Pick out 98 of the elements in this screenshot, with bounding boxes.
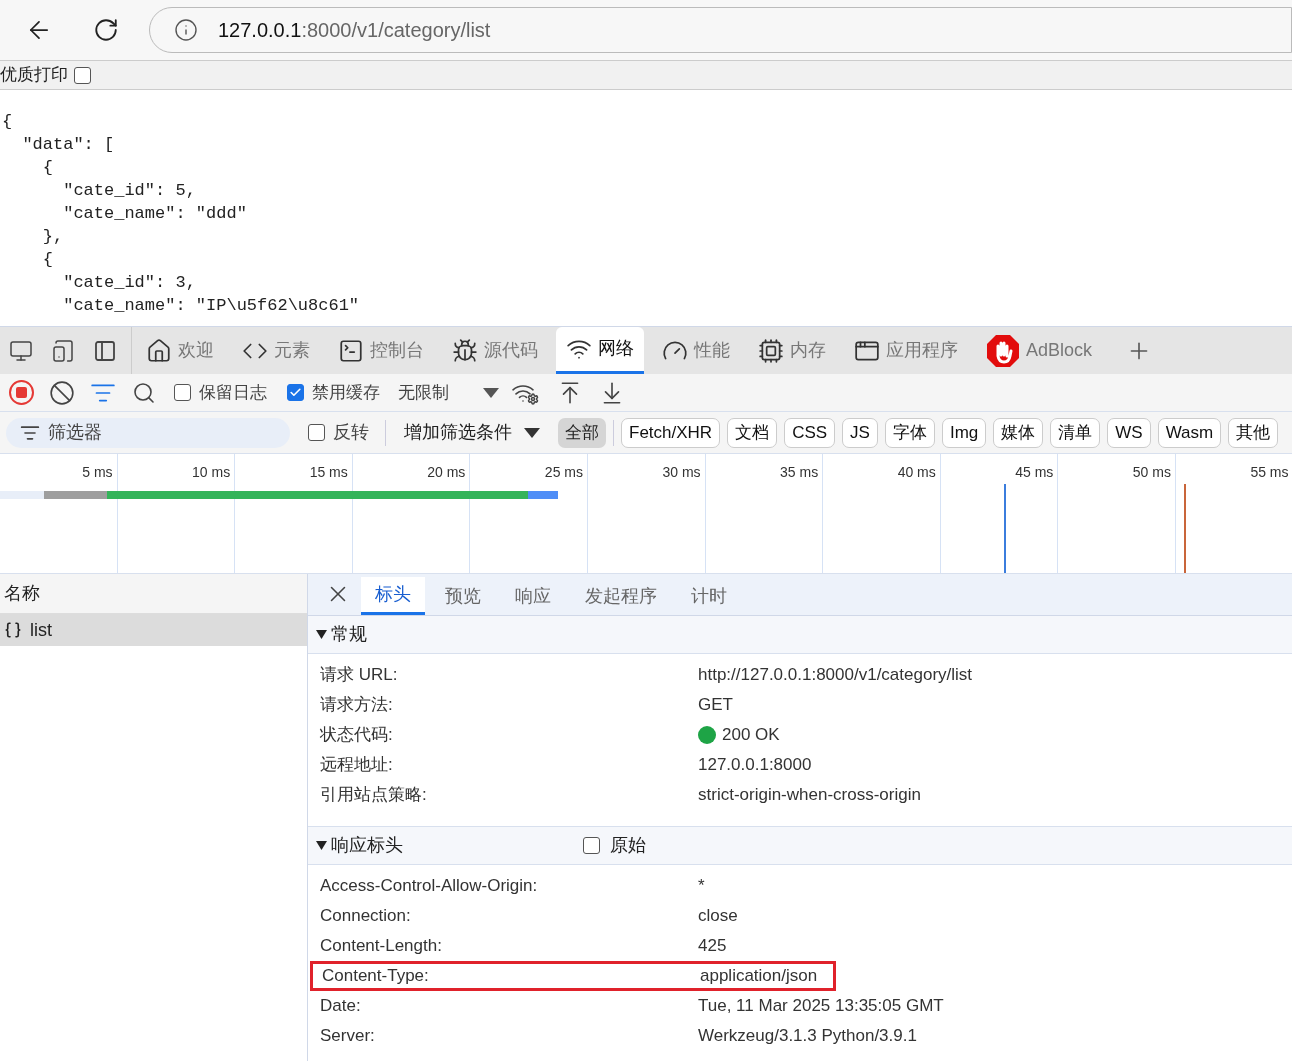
timeline-tick-label: 20 ms	[427, 463, 466, 482]
type-filter-chip[interactable]: CSS	[784, 417, 836, 448]
json-line: "cate_name": "ddd"	[62, 203, 247, 225]
type-filter-chip[interactable]: Img	[941, 417, 987, 448]
section-title: 常规	[331, 623, 367, 646]
chip-icon	[758, 337, 784, 364]
timeline-tick-label: 55 ms	[1250, 463, 1289, 482]
stop-hand-icon	[986, 333, 1020, 368]
type-filter-chip[interactable]: WS	[1107, 417, 1151, 448]
header-row-text: 状态代码: 200 OK	[319, 724, 781, 747]
json-line: {	[41, 157, 53, 179]
raw-checkbox[interactable]	[583, 837, 600, 854]
timeline-tick-label: 10 ms	[192, 463, 231, 482]
address-bar[interactable]: 127.0.0.1:8000/v1/category/list	[149, 7, 1292, 53]
devtools-tab[interactable]: 网络	[556, 326, 644, 375]
type-filter-chip[interactable]: 媒体	[993, 417, 1044, 448]
caret-icon	[316, 841, 327, 850]
header-row-text: Content-Length: 425	[319, 935, 728, 958]
preserve-log-label: 保留日志	[199, 381, 267, 404]
checkmark-icon	[289, 386, 302, 399]
section-header[interactable]: 响应标头 原始	[308, 827, 1292, 865]
header-row-text: 远程地址: 127.0.0.1:8000	[319, 754, 813, 777]
record-button[interactable]	[9, 380, 34, 405]
json-line: "cate_id": 3,	[62, 272, 196, 294]
devtools-tab[interactable]: AdBlock	[976, 328, 1103, 373]
header-row-text: Connection: close	[319, 905, 739, 928]
home-icon	[146, 337, 172, 364]
header-row-text: 请求方法: GET	[319, 694, 734, 717]
detail-tab[interactable]: 发起程序	[571, 577, 671, 615]
header-row-text: 引用站点策略: strict-origin-when-cross-origin	[319, 784, 922, 807]
caret-icon	[524, 427, 540, 438]
preserve-log-checkbox[interactable]	[174, 384, 191, 401]
name-column-header: 名称	[4, 582, 40, 605]
braces-icon	[4, 621, 22, 639]
throttle-dropdown[interactable]: 无限制	[398, 379, 499, 406]
search-icon[interactable]	[132, 380, 156, 405]
device-icon[interactable]	[51, 338, 75, 363]
type-filter-chip[interactable]: 清单	[1050, 417, 1101, 448]
json-line: "data": [	[21, 134, 115, 156]
section-title: 响应标头	[331, 834, 403, 857]
devtools-tab[interactable]: 控制台	[328, 328, 434, 373]
timeline-tick-label: 15 ms	[309, 463, 348, 482]
more-filters-dropdown[interactable]: 增加筛选条件	[404, 419, 540, 446]
type-filter-chip[interactable]: 其他	[1228, 417, 1279, 448]
disable-cache-checkbox[interactable]	[287, 384, 304, 401]
type-filter-chip[interactable]: JS	[842, 417, 878, 448]
devtools-tab[interactable]: 内存	[748, 328, 836, 373]
reload-icon[interactable]	[93, 17, 119, 43]
url-text: 127.0.0.1:8000/v1/category/list	[218, 18, 491, 43]
type-filter-chip[interactable]: 字体	[884, 417, 935, 448]
json-line: },	[41, 226, 64, 248]
detail-tab[interactable]: 响应	[501, 577, 565, 615]
gear-icon[interactable]	[527, 392, 539, 405]
invert-label: 反转	[333, 421, 369, 444]
devtools-tab[interactable]: 源代码	[442, 328, 548, 373]
timeline-tick-label: 5 ms	[82, 463, 113, 482]
inspect-icon[interactable]	[9, 338, 33, 363]
type-filter-chip[interactable]: Wasm	[1157, 417, 1222, 448]
raw-label: 原始	[610, 834, 646, 857]
info-icon[interactable]	[174, 18, 198, 42]
header-row-text: Date: Tue, 11 Mar 2025 13:35:05 GMT	[319, 995, 945, 1018]
terminal-icon	[338, 337, 364, 364]
detail-tab[interactable]: 标头	[361, 577, 425, 615]
timeline-tick-label: 35 ms	[780, 463, 819, 482]
header-row-text: 请求 URL: http://127.0.0.1:8000/v1/category/list	[319, 664, 974, 687]
json-line: {	[41, 249, 53, 271]
json-line: {	[2, 111, 13, 133]
timeline-tick-label: 30 ms	[662, 463, 701, 482]
highlighted-header-row: Content-Type: application/json	[310, 961, 836, 991]
header-row-text: Server: Werkzeug/3.1.3 Python/3.9.1	[319, 1025, 918, 1048]
print-checkbox[interactable]	[74, 66, 91, 84]
devtools-tab[interactable]: 性能	[652, 328, 740, 373]
json-line: "cate_name": "IP\u5f62\u8c61"	[62, 295, 360, 317]
devtools-tab[interactable]: 应用程序	[844, 328, 968, 373]
type-filter-chip[interactable]: 文档	[727, 417, 778, 448]
caret-icon	[316, 630, 327, 639]
timeline-tick-label: 50 ms	[1132, 463, 1171, 482]
print-label: 优质打印	[0, 64, 68, 87]
type-filter-chip[interactable]: Fetch/XHR	[621, 417, 721, 448]
timeline-tick-label: 45 ms	[1015, 463, 1054, 482]
header-row-text: Access-Control-Allow-Origin: *	[319, 875, 706, 898]
caret-icon	[483, 387, 499, 398]
dock-icon[interactable]	[93, 338, 117, 363]
clear-icon[interactable]	[49, 379, 75, 406]
type-filter-chip[interactable]: 全部	[558, 417, 606, 448]
timeline-tick-label: 40 ms	[897, 463, 936, 482]
invert-checkbox[interactable]	[308, 424, 325, 441]
bug-icon	[452, 337, 478, 364]
devtools-tab[interactable]: 元素	[232, 328, 320, 373]
request-row[interactable]: list	[0, 614, 307, 646]
detail-tab[interactable]: 计时	[677, 577, 741, 615]
devtools-tab[interactable]: 欢迎	[136, 328, 224, 373]
detail-tab[interactable]: 预览	[431, 577, 495, 615]
timeline-tick-label: 25 ms	[544, 463, 583, 482]
json-line: "cate_id": 5,	[62, 180, 196, 202]
filter-field[interactable]: 筛选器	[6, 417, 290, 448]
disable-cache-label: 禁用缓存	[312, 381, 380, 404]
section-header[interactable]: 常规	[308, 616, 1292, 654]
